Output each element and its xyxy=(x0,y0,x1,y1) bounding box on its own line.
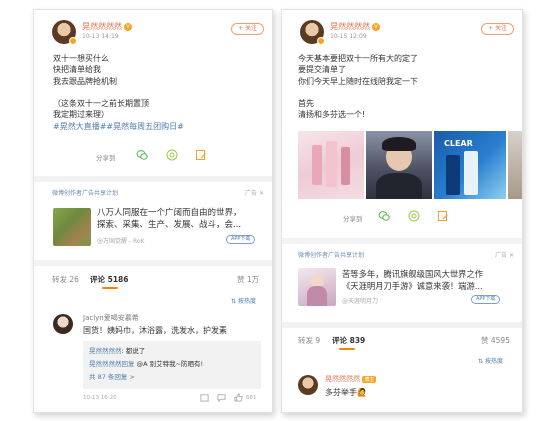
comment-text: 多芬举手🙋 xyxy=(325,388,367,397)
reply-icon[interactable] xyxy=(217,393,226,402)
ad-source[interactable]: @天涯明月刀 xyxy=(342,296,378,305)
share-comment-icon[interactable] xyxy=(200,393,209,402)
ad-header: 微博创作者广告共享计划 广告 ✕ xyxy=(298,250,514,259)
username[interactable]: 晃然然然然 V xyxy=(330,21,380,32)
sort-by-hot[interactable]: ⇅ 按热度 xyxy=(478,356,503,365)
ad-title[interactable]: 苦等多年，腾讯旗舰级国风大世界之作 《天涯明月刀手游》诚意来袭！端游... xyxy=(342,268,483,292)
edit-share-icon[interactable] xyxy=(195,149,207,161)
image-caption: CLEAR xyxy=(444,139,473,148)
interaction-tabs: 转发 9 评论 839 赞 4595 xyxy=(298,335,514,351)
hashtag-links[interactable]: #晃然大直播##晃然每周五团购日# xyxy=(53,121,262,132)
commenter-name[interactable]: 晃然然然然 博主 xyxy=(325,374,377,384)
commenter-avatar[interactable] xyxy=(53,314,73,334)
interaction-tabs: 转发 26 评论 5186 赞 1万 xyxy=(52,274,264,290)
tab-repost[interactable]: 转发 9 xyxy=(298,335,320,346)
username[interactable]: 晃然然然然 V xyxy=(82,21,132,32)
post-text: 双十一想买什么 快把清单给我 我去跟品牌抢机制 （这条双十一之前长期置顶 我定期… xyxy=(53,53,262,132)
post-line: 要提交清单了 xyxy=(298,65,346,75)
ad-tag[interactable]: 广告 ✕ xyxy=(495,250,514,259)
post-line: （这条双十一之前长期置顶 xyxy=(53,99,149,109)
ad-tag[interactable]: 广告 ✕ xyxy=(245,188,264,197)
follow-button[interactable]: + 关注 xyxy=(481,23,514,35)
reply-item[interactable]: 晃然然然然: 都说了 xyxy=(89,345,145,355)
moments-icon[interactable] xyxy=(408,210,420,222)
section-divider xyxy=(34,176,272,182)
app-download-button[interactable]: APP下载 xyxy=(226,235,256,244)
weibo-post-card-right: 晃然然然然 V 10-15 12:09 + 关注 今天基本要把双十一所有大的定了 … xyxy=(281,9,523,413)
tab-comment[interactable]: 评论 839 xyxy=(332,335,365,346)
vip-badge-icon: V xyxy=(124,23,132,31)
comment-time: 10-13 16:20 xyxy=(83,395,117,401)
tab-like[interactable]: 赞 1万 xyxy=(237,274,259,285)
tab-comment[interactable]: 评论 5186 xyxy=(90,274,129,285)
follow-button[interactable]: + 关注 xyxy=(231,23,264,35)
post-image-person[interactable] xyxy=(366,131,432,199)
post-line: 今天基本要把双十一所有大的定了 xyxy=(298,54,418,63)
active-tab-indicator xyxy=(102,287,118,289)
commenter-name[interactable]: Jaclyn爱喝安慕希 xyxy=(83,313,139,323)
active-tab-indicator xyxy=(339,348,355,350)
tab-like[interactable]: 赞 4595 xyxy=(481,335,510,346)
more-replies-link[interactable]: 共 87 条回复 > xyxy=(89,371,135,381)
post-text: 今天基本要把双十一所有大的定了 要提交清单了 你们今天早上随时在线陪我定一下 首… xyxy=(298,53,512,121)
wechat-icon[interactable] xyxy=(136,149,148,161)
edit-share-icon[interactable] xyxy=(437,210,449,222)
post-line: 我去跟品牌抢机制 xyxy=(53,76,117,86)
wechat-icon[interactable] xyxy=(378,210,390,222)
sort-by-hot[interactable]: ⇅ 按热度 xyxy=(231,296,256,305)
section-divider xyxy=(34,260,272,266)
ad-title[interactable]: 八万人同服在一个广阔而自由的世界， 探索、采集、生产、发展、战斗，会... xyxy=(97,207,242,231)
app-download-button[interactable]: APP下载 xyxy=(471,295,501,304)
share-label: 分享到 xyxy=(343,215,363,223)
post-image-product-2[interactable]: CLEAR xyxy=(434,131,506,199)
weibo-post-card-left: 晃然然然然 V 10-13 14:19 + 关注 双十一想买什么 快把清单给我 我… xyxy=(33,9,273,413)
comment-like-count: 661 xyxy=(246,395,257,401)
share-actions: 分享到 xyxy=(96,149,226,163)
post-line: 你们今天早上随时在线陪我定一下 xyxy=(298,76,418,86)
vip-badge-icon: V xyxy=(372,23,380,31)
commenter-avatar[interactable] xyxy=(298,375,318,395)
verified-badge-icon xyxy=(317,37,325,45)
post-header: 晃然然然然 V 10-13 14:19 + 关注 xyxy=(52,20,264,46)
moments-icon[interactable] xyxy=(166,149,178,161)
ad-program-label[interactable]: 微博创作者广告共享计划 xyxy=(52,190,118,197)
ad-header: 微博创作者广告共享计划 广告 ✕ xyxy=(52,188,264,197)
ad-program-label[interactable]: 微博创作者广告共享计划 xyxy=(298,252,364,259)
section-divider xyxy=(282,238,522,244)
verified-badge-icon xyxy=(69,37,77,45)
timestamp: 10-13 14:19 xyxy=(82,33,119,40)
author-badge: 博主 xyxy=(362,376,377,383)
post-line: 双十一想买什么 xyxy=(53,54,109,63)
post-line: 首先 xyxy=(298,99,314,109)
post-line: 我定期过来理） xyxy=(53,110,109,120)
reply-item[interactable]: 晃然然然然回复 @A 别艾特我~防晒有! xyxy=(89,358,203,368)
section-divider xyxy=(282,322,522,328)
ad-source[interactable]: @万国觉醒 - RoK xyxy=(97,236,145,245)
post-image-person-2[interactable] xyxy=(508,131,522,199)
post-image-product-1[interactable] xyxy=(298,131,364,199)
share-label: 分享到 xyxy=(96,154,116,162)
tab-repost[interactable]: 转发 26 xyxy=(52,274,79,285)
share-actions: 分享到 xyxy=(343,210,473,224)
ad-game-thumbnail[interactable] xyxy=(298,268,336,306)
ad-game-thumbnail[interactable] xyxy=(53,208,91,246)
post-line: 清扬和多芬选一个! xyxy=(298,110,366,120)
reply-thread: 晃然然然然: 都说了 晃然然然然回复 @A 别艾特我~防晒有! 共 87 条回复… xyxy=(83,341,261,389)
post-line: 快把清单给我 xyxy=(53,65,101,75)
post-header: 晃然然然然 V 10-15 12:09 + 关注 xyxy=(300,20,514,46)
comment-text: 国货！姨妈巾，沐浴露，洗发水，护发素 xyxy=(83,326,227,335)
like-icon[interactable] xyxy=(234,393,243,402)
timestamp: 10-15 12:09 xyxy=(330,33,367,40)
